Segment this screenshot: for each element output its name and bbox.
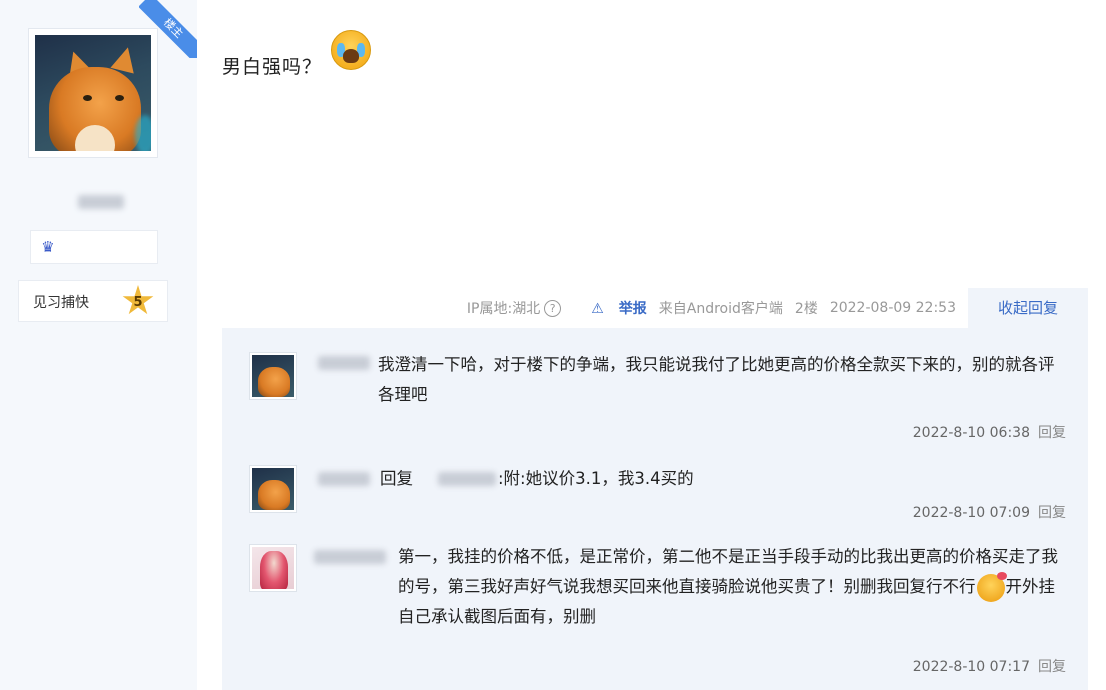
author-avatar[interactable]: [28, 28, 158, 158]
reply-target-blurred[interactable]: [438, 472, 496, 486]
reply-time: 2022-8-10 07:09: [912, 505, 1030, 521]
kiss-emoji-icon: [976, 571, 1007, 602]
reply-text: 我澄清一下哈，对于楼下的争端，我只能说我付了比她更高的价格全款买下来的，别的就各…: [378, 355, 1055, 404]
question-icon[interactable]: ?: [544, 299, 562, 317]
reply-button[interactable]: 回复: [1038, 505, 1066, 521]
reply-text: :附:她议价3.1，我3.4买的: [498, 469, 694, 488]
ip-location: IP属地:湖北: [466, 301, 541, 317]
floor-number: 2楼: [794, 301, 818, 317]
reply-time: 2022-8-10 06:38: [912, 425, 1030, 441]
reply-username-blurred[interactable]: [318, 356, 370, 370]
reply-time: 2022-8-10 07:17: [912, 659, 1030, 675]
cat-avatar-image: [35, 35, 151, 151]
forum-level-name: 见习捕快: [33, 295, 89, 311]
author-sidebar: 楼主 ♛ 见习捕快 5: [0, 0, 197, 690]
post-content: 男白强吗？: [222, 56, 323, 78]
reply-text: 第一，我挂的价格不低，是正常价，第二他不是正当手段手动的比我出更高的价格买走了我…: [398, 542, 1058, 632]
level-star-icon: 5: [122, 285, 154, 315]
post-time: 2022-08-09 22:53: [829, 300, 956, 316]
forum-level-box[interactable]: 见习捕快 5: [18, 280, 168, 322]
author-badge-box: ♛: [30, 230, 158, 264]
reply-button[interactable]: 回复: [1038, 659, 1066, 675]
crying-emoji-icon: [331, 30, 371, 70]
reply-meta: 2022-8-10 07:09 回复: [913, 502, 1066, 522]
crown-icon: ♛: [41, 238, 55, 256]
report-label: 举报: [618, 301, 647, 317]
reply-avatar[interactable]: [249, 352, 297, 400]
reply-text-part-a: 第一，我挂的价格不低，是正常价，第二他不是正当手段手动的比我出更高的价格买走了我…: [398, 547, 1058, 596]
report-link[interactable]: ⚠ 举报: [579, 298, 647, 318]
warning-icon: ⚠: [591, 301, 604, 317]
reply-prefix: 回复: [380, 469, 413, 488]
author-username-blurred[interactable]: [78, 195, 124, 209]
reply-button[interactable]: 回复: [1038, 425, 1066, 441]
reply-avatar[interactable]: [249, 544, 297, 592]
client-source: 来自Android客户端: [658, 301, 783, 317]
reply-username-blurred[interactable]: [314, 550, 386, 564]
post-meta: IP属地:湖北 ? ⚠ 举报 来自Android客户端 2楼 2022-08-09…: [455, 298, 956, 318]
reply-meta: 2022-8-10 07:17 回复: [913, 656, 1066, 676]
reply-avatar[interactable]: [249, 465, 297, 513]
reply-list: 我澄清一下哈，对于楼下的争端，我只能说我付了比她更高的价格全款买下来的，别的就各…: [222, 328, 1088, 690]
reply-meta: 2022-8-10 06:38 回复: [913, 422, 1066, 442]
reply-username-blurred[interactable]: [318, 472, 370, 486]
collapse-replies-button[interactable]: 收起回复: [968, 288, 1088, 328]
